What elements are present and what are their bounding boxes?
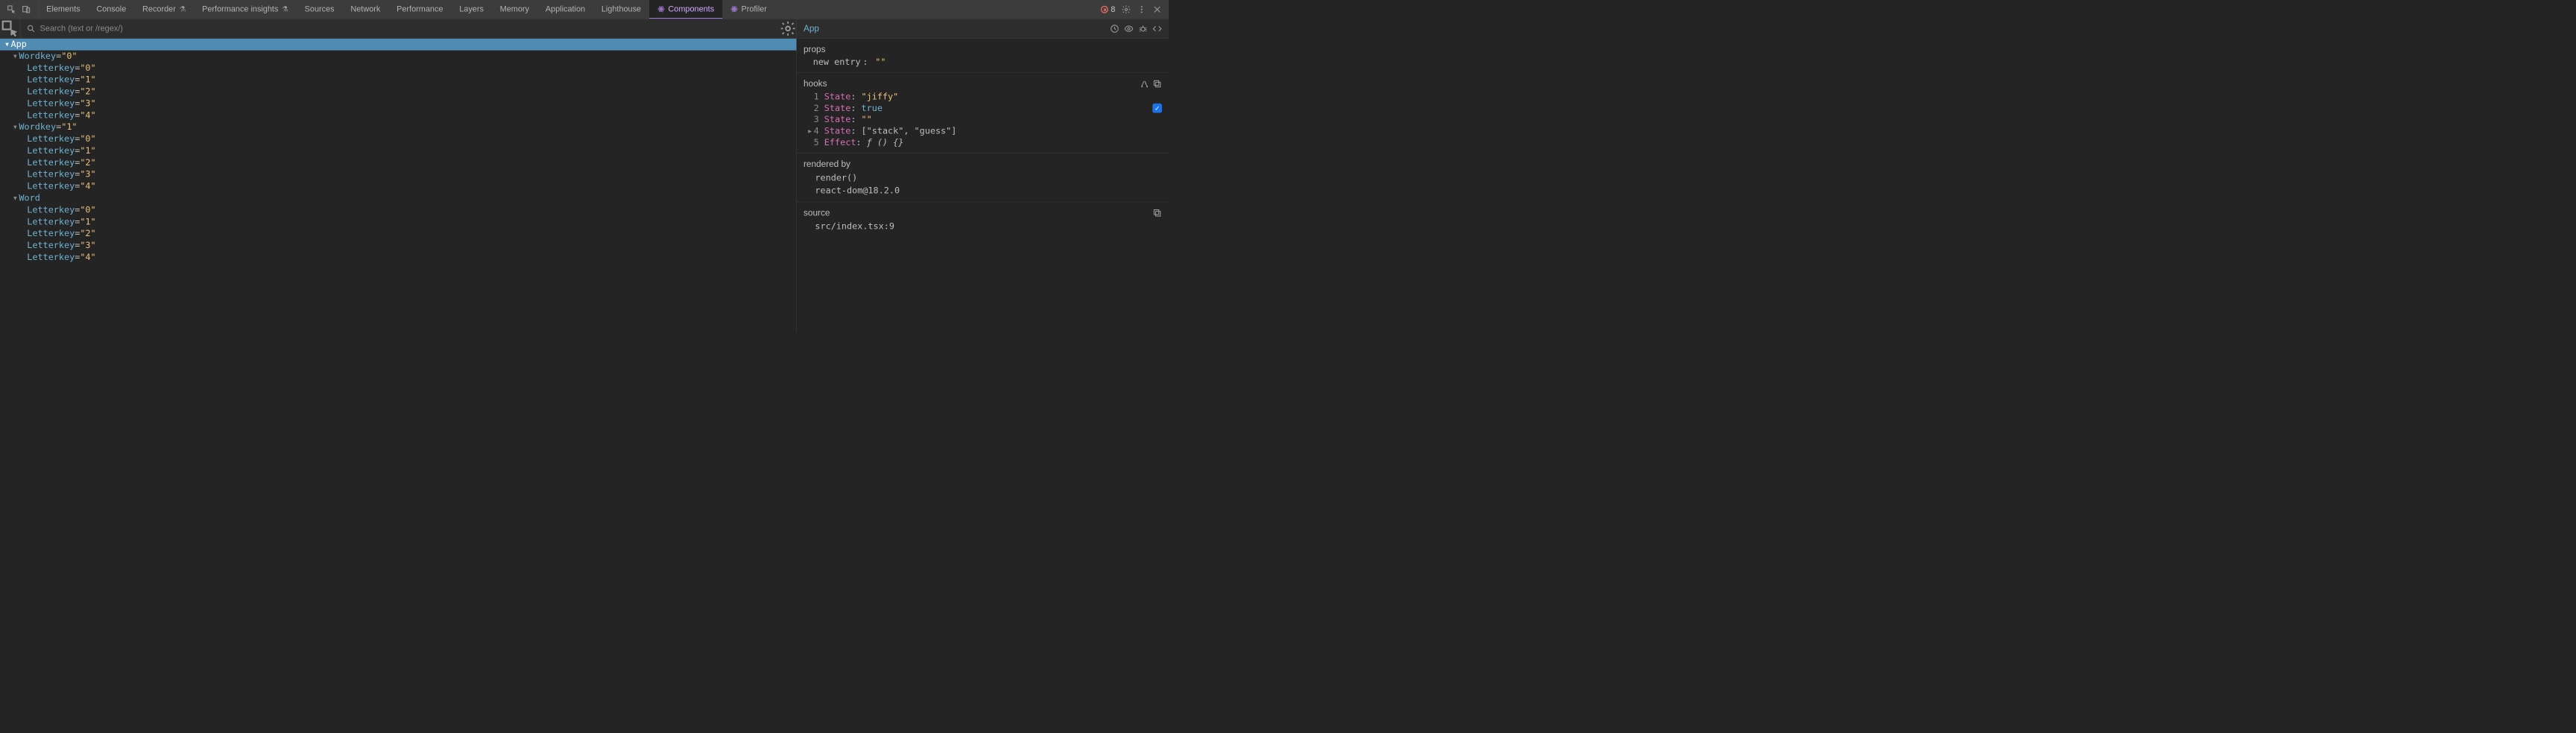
tree-row-word[interactable]: ▾Word [0,192,796,204]
tab-label: Sources [305,4,335,14]
rendered-by-line[interactable]: react-dom@18.2.0 [804,184,1162,197]
hook-row[interactable]: 1 State: "jiffy" [804,91,1162,102]
tab-perf-insights[interactable]: Performance insights ⚗ [194,0,297,19]
react-logo-icon [730,5,738,13]
tree-row-letter[interactable]: Letter key="1" [0,74,796,86]
hook-checkbox[interactable]: ✓ [1152,104,1162,113]
tab-console[interactable]: Console [88,0,134,19]
expand-arrow-icon[interactable]: ▾ [11,192,19,204]
tab-label: Performance insights [202,4,278,14]
tab-label: Application [546,4,585,14]
select-component-icon[interactable] [0,19,20,38]
tab-label: Performance [397,4,443,14]
tree-row-letter[interactable]: Letter key="4" [0,110,796,121]
rendered-by-title: rendered by [804,159,850,169]
tree-row-letter[interactable]: Letter key="3" [0,240,796,252]
tab-sources[interactable]: Sources [297,0,343,19]
tab-profiler[interactable]: Profiler [722,0,775,19]
hook-row[interactable]: 5 Effect: ƒ () {} [804,137,1162,148]
components-toolbar: App [0,19,1169,38]
suspend-icon[interactable] [1110,24,1120,34]
source-section: source src/index.tsx:9 [797,202,1169,238]
hook-row[interactable]: 2 State: true✓ [804,102,1162,113]
view-source-icon[interactable] [1152,24,1162,34]
react-logo-icon [657,5,665,13]
source-location[interactable]: src/index.tsx:9 [804,220,1162,232]
tree-row-letter[interactable]: Letter key="4" [0,180,796,192]
expand-arrow-icon[interactable]: ▾ [4,39,11,51]
tree-row-letter[interactable]: Letter key="2" [0,157,796,169]
tree-row-letter[interactable]: Letter key="1" [0,145,796,157]
rendered-by-section: rendered by render()react-dom@18.2.0 [797,153,1169,202]
tab-label: Memory [500,4,529,14]
tree-row-word[interactable]: ▾Word key="1" [0,121,796,133]
tab-label: Layers [459,4,484,14]
tab-elements[interactable]: Elements [38,0,88,19]
tab-label: Lighthouse [602,4,641,14]
tree-row-letter[interactable]: Letter key="0" [0,204,796,216]
tab-label: Console [96,4,126,14]
tree-row-app[interactable]: ▾App [0,39,796,51]
tab-performance[interactable]: Performance [388,0,451,19]
more-menu-icon[interactable] [1137,4,1146,14]
tree-row-letter[interactable]: Letter key="4" [0,252,796,264]
beaker-icon: ⚗ [282,4,288,13]
settings-gear-icon[interactable] [1121,4,1131,14]
tree-row-letter[interactable]: Letter key="2" [0,86,796,98]
tree-row-letter[interactable]: Letter key="3" [0,98,796,110]
tab-network[interactable]: Network [342,0,388,19]
copy-source-icon[interactable] [1152,208,1162,218]
tab-lighthouse[interactable]: Lighthouse [593,0,649,19]
device-toolbar-icon[interactable] [22,4,31,14]
close-devtools-icon[interactable] [1152,4,1162,14]
props-title: props [804,44,826,54]
details-pane: props new entry: "" hooks 1 State: "jiff… [797,39,1169,333]
debug-icon[interactable] [1138,24,1148,34]
search-icon [26,24,36,34]
hook-row[interactable]: ▸4 State: ["stack", "guess"] [804,125,1162,136]
hooks-title: hooks [804,78,827,89]
parse-hook-names-icon[interactable] [1140,79,1149,89]
tab-label: Network [350,4,380,14]
tree-row-letter[interactable]: Letter key="0" [0,62,796,74]
search-input[interactable] [40,24,774,34]
inspect-dom-icon[interactable] [1124,24,1134,34]
error-icon [1101,5,1108,13]
tab-recorder[interactable]: Recorder⚗ [134,0,194,19]
expand-arrow-icon[interactable]: ▾ [11,51,19,63]
tab-label: Components [668,4,714,14]
tree-row-letter[interactable]: Letter key="0" [0,133,796,145]
inspect-element-icon[interactable] [7,4,16,14]
breadcrumb-app[interactable]: App [804,23,819,34]
error-count: 8 [1111,4,1115,14]
expand-arrow-icon[interactable]: ▾ [11,121,19,133]
tab-memory[interactable]: Memory [492,0,537,19]
tree-row-letter[interactable]: Letter key="2" [0,228,796,240]
prop-row[interactable]: new entry: "" [804,57,1162,68]
beaker-icon: ⚗ [179,4,186,13]
tree-row-word[interactable]: ▾Word key="0" [0,51,796,63]
view-settings-icon[interactable] [780,19,797,38]
error-count-badge[interactable]: 8 [1101,4,1116,14]
devtools-tabbar: ElementsConsoleRecorder⚗Performance insi… [0,0,1169,19]
tree-row-letter[interactable]: Letter key="3" [0,168,796,180]
expand-icon[interactable]: ▸ [806,126,814,136]
hooks-section: hooks 1 State: "jiffy"2 State: true✓3 St… [797,73,1169,153]
tab-label: Profiler [741,4,766,14]
source-title: source [804,208,830,218]
props-section: props new entry: "" [797,39,1169,73]
tab-application[interactable]: Application [537,0,593,19]
copy-hooks-icon[interactable] [1152,79,1162,89]
tab-label: Recorder [142,4,176,14]
rendered-by-line[interactable]: render() [804,171,1162,184]
hook-row[interactable]: 3 State: "" [804,114,1162,125]
tab-label: Elements [46,4,80,14]
component-tree[interactable]: ▾App▾Word key="0"Letter key="0"Letter ke… [0,39,796,264]
tree-row-letter[interactable]: Letter key="1" [0,216,796,228]
tab-layers[interactable]: Layers [451,0,491,19]
tab-components[interactable]: Components [649,0,722,19]
